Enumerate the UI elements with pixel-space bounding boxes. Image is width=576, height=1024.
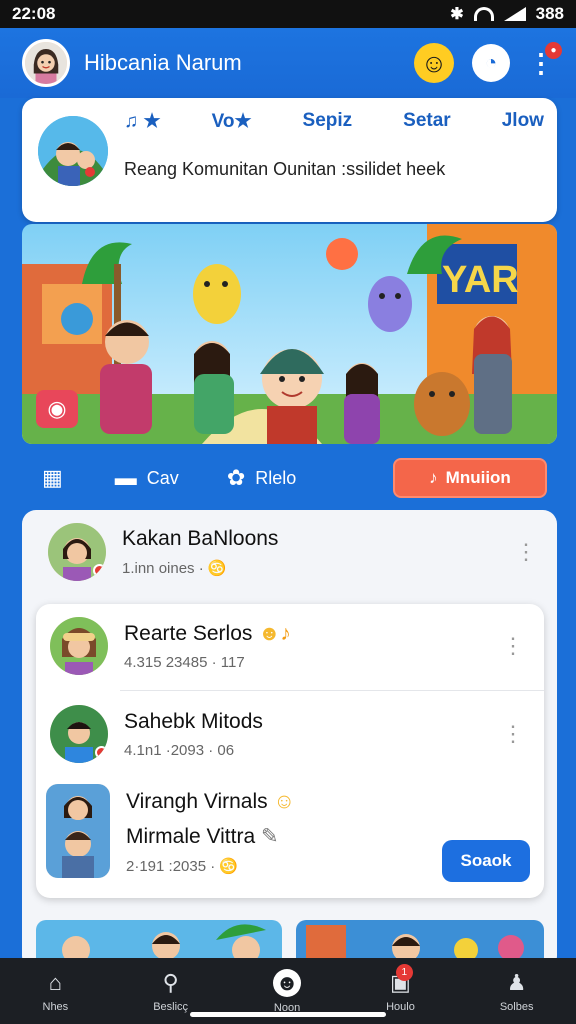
signal-icon bbox=[503, 7, 526, 21]
music-icon: ♪ bbox=[429, 468, 438, 487]
avatar bbox=[50, 617, 108, 675]
thumbnail[interactable] bbox=[296, 920, 544, 960]
people-label: Rlelo bbox=[255, 467, 297, 488]
app-bar: Hibcania Narum ☺ ◔ ⋮ ● bbox=[0, 28, 576, 98]
tab-vo[interactable]: Vo★ bbox=[212, 110, 252, 133]
group-tabs: ♫ ★ Vo★ Sepiz Setar Jlow bbox=[124, 110, 544, 133]
more-options-icon[interactable]: ⋮ bbox=[502, 635, 524, 657]
more-menu-icon[interactable]: ⋮ ● bbox=[528, 42, 562, 76]
puzzle-icon: ✿ bbox=[226, 465, 246, 490]
more-options-icon[interactable]: ⋮ bbox=[502, 723, 524, 745]
svg-text:YAR: YAR bbox=[442, 259, 519, 301]
item-meta: 1.inn oines · bbox=[122, 560, 204, 577]
reaction-icon[interactable]: ☺ bbox=[414, 43, 454, 83]
app-title: Hibcania Narum bbox=[84, 50, 242, 75]
list-item[interactable]: Sahebk Mitods 4.1n1 ·2093 · 06 ⋮ bbox=[36, 692, 544, 776]
item-meta: 2·191 :2035 · bbox=[126, 858, 216, 875]
grin-emoji-icon: ☻ bbox=[258, 621, 281, 645]
nav-label: Solbes bbox=[499, 1000, 534, 1013]
nav-center[interactable]: ☻ Noon bbox=[273, 968, 302, 1014]
more-options-icon[interactable]: ⋮ bbox=[515, 541, 537, 563]
divider bbox=[120, 690, 544, 691]
status-time: 22:08 bbox=[12, 4, 56, 23]
search-icon: ⚲ bbox=[162, 969, 179, 995]
avatar bbox=[50, 705, 108, 763]
tab-jlow[interactable]: Jlow bbox=[502, 110, 544, 133]
status-dot bbox=[93, 564, 106, 577]
banner-illustration: YAR bbox=[22, 224, 557, 444]
status-dot bbox=[95, 746, 108, 759]
home-icon: ⌂ bbox=[48, 969, 62, 995]
music-note-icon: ♫ bbox=[124, 111, 139, 132]
live-badge-icon[interactable]: ◉ bbox=[36, 390, 78, 428]
item-name: Virangh Virnals bbox=[126, 790, 268, 813]
star-icon: ★ bbox=[234, 111, 252, 132]
primary-action-label: Mnuiion bbox=[445, 468, 511, 487]
nav-label: Houlo bbox=[386, 1000, 415, 1013]
smile-emoji-icon: ☺ bbox=[273, 790, 295, 813]
user-avatar[interactable] bbox=[22, 39, 70, 87]
tab-label: Vo bbox=[211, 111, 235, 132]
list-item[interactable]: Rearte Serlos ☻♪ 4.315 23485 · 117 ⋮ bbox=[36, 604, 544, 688]
nav-profile[interactable]: ♟ Solbes bbox=[500, 970, 534, 1013]
wifi-icon bbox=[473, 7, 494, 21]
status-bar: 22:08 ✱ 388 bbox=[0, 0, 576, 28]
chat-button[interactable]: ▬ Cav bbox=[115, 465, 179, 491]
battery-level: 388 bbox=[535, 4, 564, 23]
nav-badge: 1 bbox=[395, 963, 413, 981]
tab-sepiz[interactable]: Sepiz bbox=[303, 110, 353, 133]
action-bar: ▦ ▬ Cav ✿ Rlelo ♪ Mnuiion bbox=[22, 452, 557, 504]
group-description: Reang Komunitan Ounitan :ssilidet heek bbox=[124, 159, 446, 179]
message-icon: ▬ bbox=[114, 465, 137, 490]
item-meta: 4.1n1 ·2093 · 06 bbox=[124, 741, 235, 759]
profile-icon: ♟ bbox=[506, 969, 527, 995]
reaction-icon: ♋ bbox=[219, 858, 239, 875]
nav-label: Nhes bbox=[42, 1000, 69, 1013]
home-indicator bbox=[190, 1012, 386, 1017]
thumbnail-strip bbox=[36, 920, 544, 960]
calendar-icon: ▦ bbox=[42, 465, 63, 490]
group-avatar[interactable] bbox=[38, 116, 108, 186]
list-item[interactable]: Kakan BaNloons 1.inn oines · ♋ ⋮ bbox=[22, 510, 557, 594]
group-card: ♫ ★ Vo★ Sepiz Setar Jlow Reang Komunitan… bbox=[22, 98, 557, 222]
music-note-icon: ♪ bbox=[280, 621, 291, 645]
tab-music[interactable]: ♫ ★ bbox=[124, 110, 161, 133]
nav-search[interactable]: ⚲ Beslicç bbox=[153, 970, 188, 1013]
smile-icon: ☻ bbox=[273, 968, 302, 997]
item-name: Kakan BaNloons bbox=[122, 527, 279, 550]
nav-inbox[interactable]: ▣ 1 Houlo bbox=[386, 963, 415, 1013]
chat-label: Cav bbox=[146, 467, 179, 488]
thumbnail[interactable] bbox=[36, 920, 282, 960]
star-icon: ★ bbox=[143, 111, 161, 132]
item-subtitle: Mirmale Vittra bbox=[126, 825, 256, 848]
nav-label: Beslicç bbox=[153, 1000, 189, 1013]
item-name: Sahebk Mitods bbox=[124, 709, 263, 733]
calendar-button[interactable]: ▦ bbox=[42, 465, 63, 491]
follow-button[interactable]: Soaok bbox=[442, 840, 530, 882]
notification-badge: ● bbox=[545, 42, 562, 59]
community-banner[interactable]: YAR ◉ bbox=[22, 224, 557, 444]
avatar bbox=[48, 523, 106, 581]
item-meta: 4.315 23485 · 117 bbox=[124, 653, 245, 671]
primary-action-button[interactable]: ♪ Mnuiion bbox=[393, 458, 547, 498]
item-name: Rearte Serlos bbox=[124, 621, 253, 645]
people-button[interactable]: ✿ Rlelo bbox=[227, 465, 296, 491]
tab-setar[interactable]: Setar bbox=[403, 110, 451, 133]
reaction-icon: ♋ bbox=[207, 560, 227, 577]
avatar bbox=[46, 784, 110, 878]
nav-home[interactable]: ⌂ Nhes bbox=[43, 970, 69, 1013]
chat-icon[interactable]: ◔ bbox=[472, 44, 510, 82]
pen-icon: ✎ bbox=[260, 825, 279, 848]
bluetooth-icon: ✱ bbox=[450, 6, 464, 23]
feed-card: Rearte Serlos ☻♪ 4.315 23485 · 117 ⋮ Sah… bbox=[36, 604, 544, 898]
